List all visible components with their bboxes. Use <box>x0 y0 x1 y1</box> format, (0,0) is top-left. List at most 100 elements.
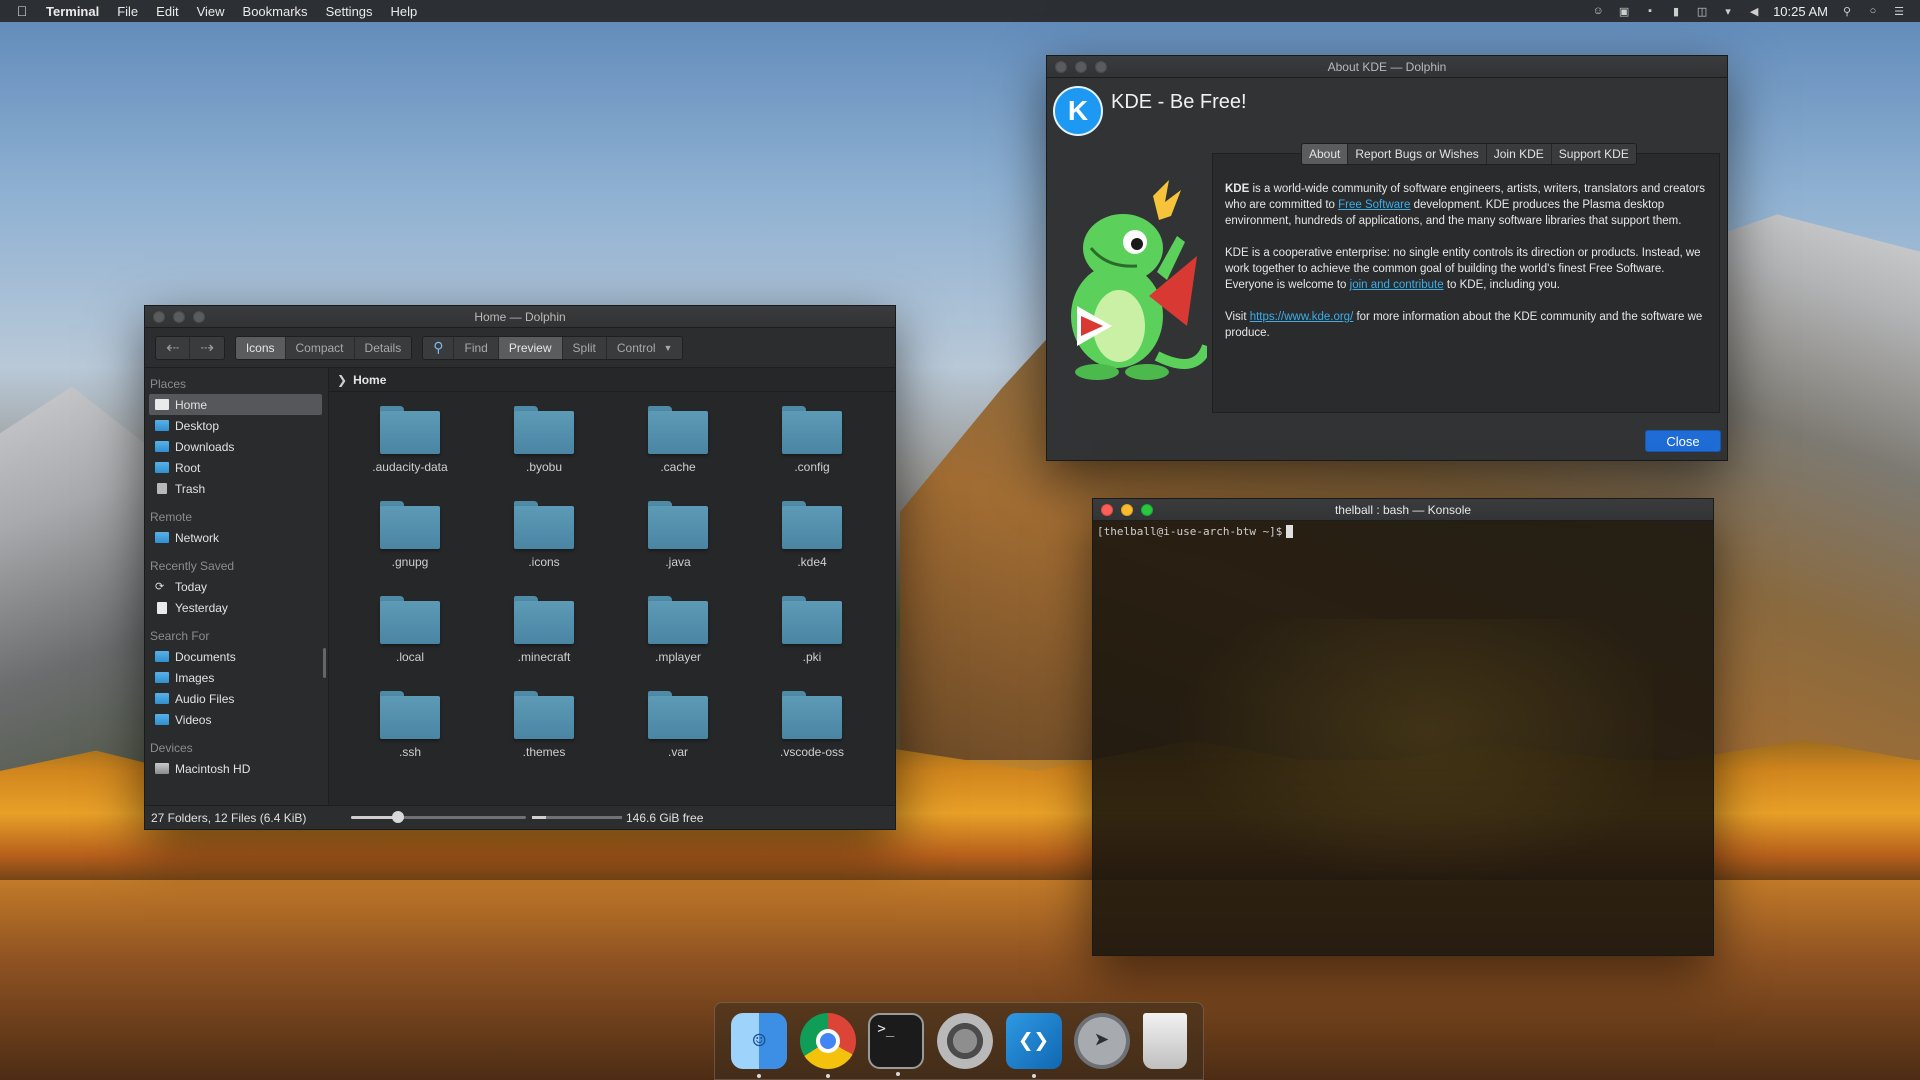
menu-edit[interactable]: Edit <box>156 4 178 19</box>
kde-website-link[interactable]: https://www.kde.org/ <box>1250 311 1354 323</box>
clock[interactable]: 10:25 AM <box>1773 4 1828 19</box>
file-item[interactable]: .minecraft <box>477 596 611 691</box>
find-button[interactable]: Find <box>454 336 499 359</box>
close-icon[interactable] <box>1101 503 1113 516</box>
file-item[interactable]: .pki <box>745 596 879 691</box>
terminal-glyph: >_ <box>877 1021 895 1037</box>
file-item[interactable]: .themes <box>477 691 611 786</box>
places-item-documents[interactable]: Documents <box>149 646 322 667</box>
places-item-videos[interactable]: Videos <box>149 709 322 730</box>
breadcrumb-home[interactable]: Home <box>353 373 386 387</box>
maximize-icon[interactable] <box>1141 503 1153 516</box>
places-item-yesterday[interactable]: Yesterday <box>149 597 322 618</box>
wifi-icon[interactable]: ▾ <box>1721 5 1735 18</box>
minimize-icon[interactable] <box>1121 503 1133 516</box>
tab-about[interactable]: About <box>1302 144 1349 164</box>
list-icon[interactable]: ☰ <box>1892 5 1906 18</box>
file-item[interactable]: .icons <box>477 501 611 596</box>
display-icon[interactable]: ▣ <box>1617 5 1631 18</box>
file-item[interactable]: .ssh <box>343 691 477 786</box>
file-item[interactable]: .mplayer <box>611 596 745 691</box>
preview-button[interactable]: Preview <box>498 336 563 359</box>
menu-bar:  Terminal File Edit View Bookmarks Sett… <box>0 0 1920 22</box>
launchpad-icon[interactable]: ➤ <box>1074 1013 1131 1069</box>
finder-icon[interactable]: ☺ <box>731 1013 788 1078</box>
menu-bookmarks[interactable]: Bookmarks <box>243 4 308 19</box>
file-item[interactable]: .var <box>611 691 745 786</box>
terminal-icon[interactable]: >_ <box>868 1013 925 1076</box>
places-item-desktop[interactable]: Desktop <box>149 415 322 436</box>
view-compact-button[interactable]: Compact <box>286 336 355 359</box>
places-scrollbar[interactable] <box>323 648 326 678</box>
menu-app-name[interactable]: Terminal <box>46 4 99 19</box>
places-item-home[interactable]: Home <box>149 394 322 415</box>
close-button[interactable]: Close <box>1645 430 1721 452</box>
vscode-icon[interactable]: ❮❯ <box>1005 1013 1062 1078</box>
search-icon[interactable]: ⚲ <box>423 336 455 359</box>
user-icon[interactable]: ☺ <box>1591 5 1605 17</box>
konsole-titlebar[interactable]: thelball : bash — Konsole <box>1093 499 1713 521</box>
places-item-root[interactable]: Root <box>149 457 322 478</box>
control-button[interactable]: Control ▼ <box>607 337 683 359</box>
view-details-button[interactable]: Details <box>355 337 412 359</box>
about-heading: KDE - Be Free! <box>1111 90 1247 113</box>
search-icon[interactable]: ⚲ <box>1840 5 1854 18</box>
about-title: About KDE — Dolphin <box>1327 59 1447 74</box>
places-item-network[interactable]: Network <box>149 527 322 548</box>
places-item-audio[interactable]: Audio Files <box>149 688 322 709</box>
file-item[interactable]: .kde4 <box>745 501 879 596</box>
harddrive-icon <box>155 763 169 774</box>
volume-icon[interactable]: ◀ <box>1747 5 1761 18</box>
forward-arrow-icon[interactable]: ⇢ <box>190 337 223 359</box>
tab-join-kde[interactable]: Join KDE <box>1487 144 1552 164</box>
file-item[interactable]: .config <box>745 406 879 501</box>
clipboard-icon[interactable]: ◫ <box>1695 5 1709 18</box>
menu-file[interactable]: File <box>117 4 138 19</box>
places-item-today[interactable]: ⟳ Today <box>149 576 322 597</box>
file-item[interactable]: .audacity-data <box>343 406 477 501</box>
trash-icon <box>157 483 167 494</box>
minimize-icon[interactable] <box>1075 60 1087 73</box>
system-preferences-icon[interactable] <box>936 1013 993 1069</box>
join-contribute-link[interactable]: join and contribute <box>1350 279 1444 291</box>
file-item[interactable]: .vscode-oss <box>745 691 879 786</box>
menu-help[interactable]: Help <box>391 4 418 19</box>
close-icon[interactable] <box>153 310 165 323</box>
close-icon[interactable] <box>1055 60 1067 73</box>
file-item[interactable]: .gnupg <box>343 501 477 596</box>
places-item-trash[interactable]: Trash <box>149 478 322 499</box>
breadcrumb[interactable]: ❯ Home <box>329 368 895 392</box>
zoom-slider-knob[interactable] <box>392 811 405 823</box>
battery-icon[interactable]: ▮ <box>1669 5 1683 18</box>
view-icons-button[interactable]: Icons <box>235 336 286 359</box>
zoom-slider[interactable] <box>351 811 526 823</box>
file-item[interactable]: .byobu <box>477 406 611 501</box>
trash-icon[interactable] <box>1142 1013 1187 1069</box>
minimize-icon[interactable] <box>173 310 185 323</box>
about-titlebar[interactable]: About KDE — Dolphin <box>1047 56 1727 78</box>
folder-icon <box>648 406 708 454</box>
menu-view[interactable]: View <box>197 4 225 19</box>
tab-report-bugs[interactable]: Report Bugs or Wishes <box>1348 144 1487 164</box>
chrome-icon[interactable] <box>799 1013 856 1078</box>
places-item-downloads[interactable]: Downloads <box>149 436 322 457</box>
tab-support-kde[interactable]: Support KDE <box>1552 144 1636 164</box>
maximize-icon[interactable] <box>1095 60 1107 73</box>
file-item[interactable]: .local <box>343 596 477 691</box>
back-arrow-icon[interactable]: ⇠ <box>156 336 191 359</box>
apple-icon[interactable]:  <box>14 3 30 19</box>
home-icon <box>155 399 169 410</box>
control-label: Control <box>616 340 656 355</box>
file-item[interactable]: .cache <box>611 406 745 501</box>
maximize-icon[interactable] <box>193 310 205 323</box>
lock-icon[interactable]: ▪ <box>1643 5 1657 17</box>
places-item-images[interactable]: Images <box>149 667 322 688</box>
terminal-area[interactable]: [thelball@i-use-arch-btw ~]$ <box>1093 521 1713 542</box>
notification-icon[interactable]: ○ <box>1866 5 1880 17</box>
split-button[interactable]: Split <box>563 336 607 359</box>
places-item-macintosh-hd[interactable]: Macintosh HD <box>149 758 322 779</box>
free-software-link[interactable]: Free Software <box>1338 199 1410 211</box>
dolphin-titlebar[interactable]: Home — Dolphin <box>145 306 895 328</box>
menu-settings[interactable]: Settings <box>326 4 373 19</box>
file-item[interactable]: .java <box>611 501 745 596</box>
